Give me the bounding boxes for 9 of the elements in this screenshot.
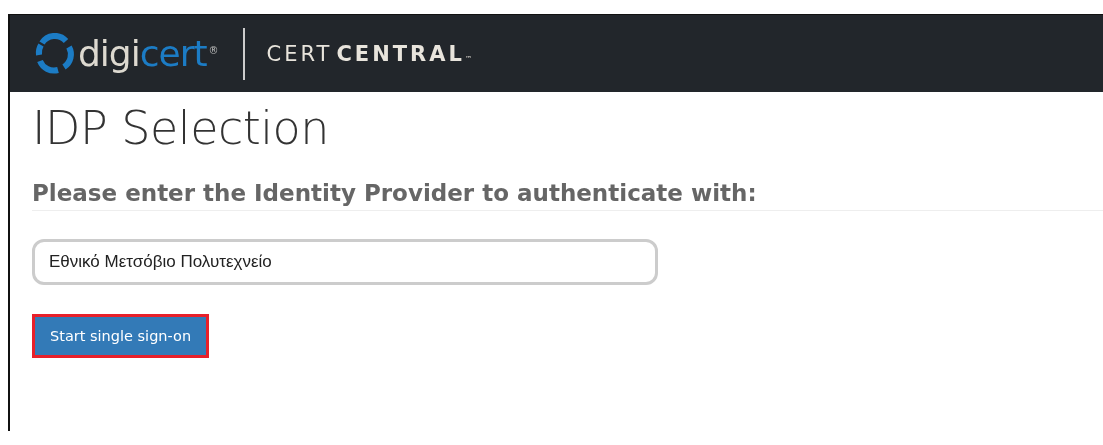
page-title: IDP Selection xyxy=(32,100,330,156)
logo-icon xyxy=(34,32,76,75)
prompt-text: Please enter the Identity Provider to authenticate with: xyxy=(32,178,1103,211)
product-name-bold: CENTRAL xyxy=(336,41,465,66)
registered-mark: ® xyxy=(208,44,219,56)
start-sso-button[interactable]: Start single sign-on xyxy=(35,317,207,355)
provider-field[interactable]: Εθνικό Μετσόβιο Πολυτεχνείο xyxy=(32,239,658,285)
logo-text: digicert xyxy=(78,35,207,72)
product-name-light: CERT xyxy=(266,41,333,66)
